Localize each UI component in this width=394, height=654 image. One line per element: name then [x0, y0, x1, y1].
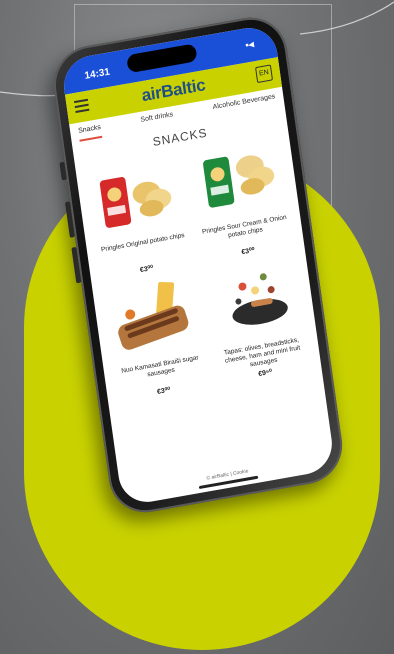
product-card[interactable]: Tapas: olives, breadsticks, cheese, ham … [202, 253, 314, 386]
signal-icon: ▪◂ [244, 39, 255, 52]
product-grid: Pringles Original potato chips €3⁰⁰ Prin… [75, 129, 321, 404]
tab-soft-drinks[interactable]: Soft drinks [140, 111, 175, 131]
pringles-original-image [99, 177, 171, 228]
status-time: 14:31 [83, 66, 111, 82]
pringles-sour-cream-image [202, 155, 274, 208]
dynamic-island [126, 43, 198, 74]
product-card[interactable]: Nuo Kamasati Biraiši sugar sausages €3⁰⁰ [100, 270, 212, 403]
product-card[interactable]: Pringles Sour Cream & Onion potato chips… [185, 131, 297, 264]
tapas-image [231, 273, 288, 325]
phone-action-button [59, 161, 67, 181]
language-toggle[interactable]: EN [255, 64, 274, 84]
product-card[interactable]: Pringles Original potato chips €3⁰⁰ [83, 149, 195, 282]
tab-snacks[interactable]: Snacks [77, 123, 103, 142]
sugar-sausages-image [117, 282, 188, 350]
